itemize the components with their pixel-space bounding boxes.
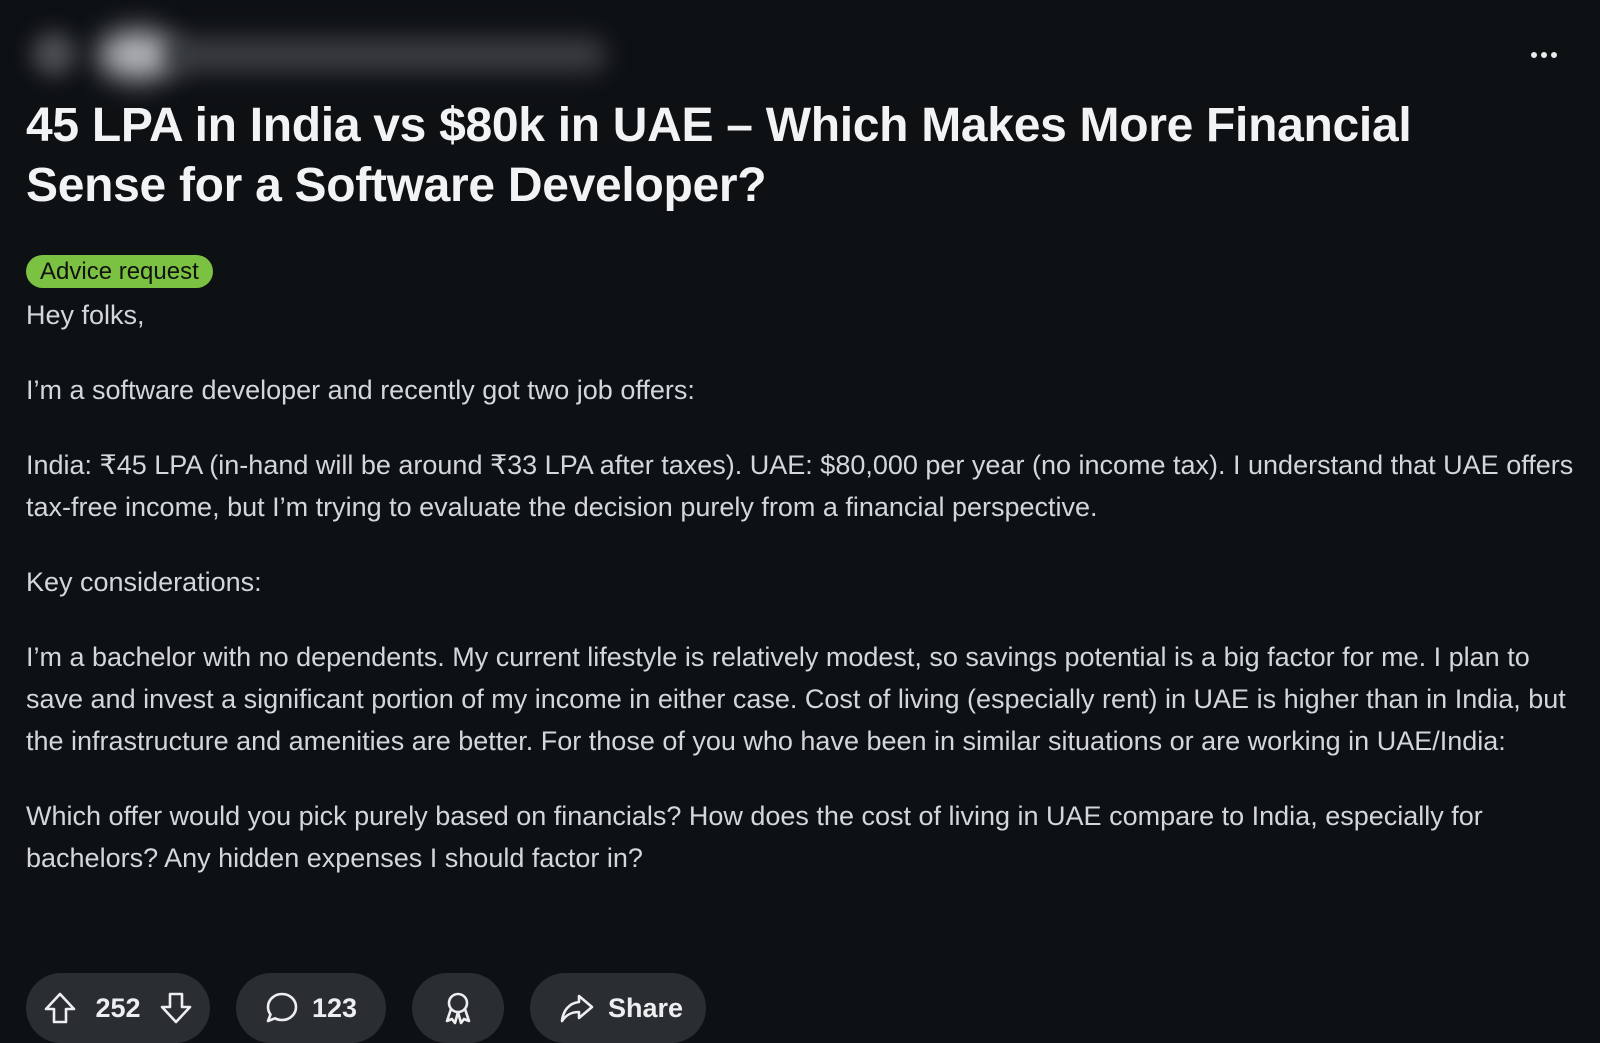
award-icon — [440, 990, 476, 1026]
avatar[interactable] — [32, 32, 76, 76]
comment-bubble-icon — [264, 990, 300, 1026]
body-paragraph: I’m a software developer and recently go… — [26, 375, 695, 405]
author-bar[interactable] — [26, 24, 626, 86]
share-arrow-icon — [558, 990, 596, 1026]
downvote-arrow-icon[interactable] — [158, 990, 194, 1026]
post-title: 45 LPA in India vs $80k in UAE – Which M… — [26, 99, 1412, 212]
post-card: 45 LPA in India vs $80k in UAE – Which M… — [26, 0, 1574, 1043]
blurred-author-name[interactable] — [166, 38, 606, 72]
body-paragraph: Which offer would you pick purely based … — [26, 801, 1483, 873]
post-flair[interactable]: Advice request — [26, 255, 213, 288]
post-body: Hey folks, I’m a software developer and … — [26, 294, 1574, 912]
post-action-bar: 252 123 Share — [26, 973, 706, 1043]
more-options-button[interactable] — [1524, 38, 1564, 72]
body-paragraph: India: ₹45 LPA (in-hand will be around ₹… — [26, 450, 1574, 522]
more-dot — [1551, 52, 1557, 58]
vote-control: 252 — [26, 973, 210, 1043]
body-paragraph: I’m a bachelor with no dependents. My cu… — [26, 642, 1566, 756]
comments-button[interactable]: 123 — [236, 973, 386, 1043]
more-horizontal-icon — [1531, 52, 1537, 58]
more-dot — [1541, 52, 1547, 58]
vote-count: 252 — [95, 992, 141, 1023]
upvote-arrow-icon[interactable] — [42, 990, 78, 1026]
body-paragraph: Hey folks, — [26, 300, 145, 330]
award-button[interactable] — [412, 973, 504, 1043]
share-button[interactable]: Share — [530, 973, 706, 1043]
comment-count: 123 — [312, 992, 358, 1023]
body-paragraph: Key considerations: — [26, 567, 262, 597]
share-label: Share — [608, 992, 684, 1023]
